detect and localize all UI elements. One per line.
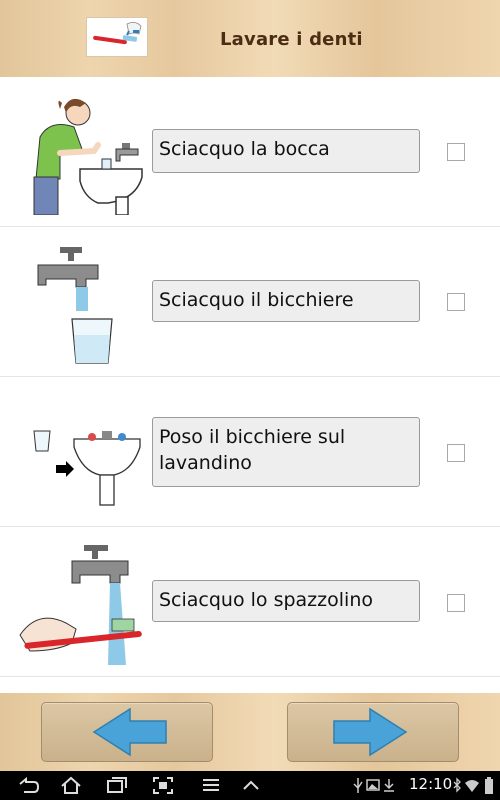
list-item[interactable]: Sciacquo il bicchiere xyxy=(0,227,500,377)
gallery-icon xyxy=(366,779,380,791)
list-item[interactable]: Poso il bicchiere sul lavandino xyxy=(0,377,500,527)
usb-icon xyxy=(353,778,363,793)
bluetooth-icon xyxy=(453,777,461,793)
step-checkbox[interactable] xyxy=(447,444,465,462)
list-item[interactable]: Sciacquo la bocca xyxy=(0,77,500,227)
step-label[interactable]: Poso il bicchiere sul lavandino xyxy=(152,417,420,487)
page-title: Lavare i denti xyxy=(220,29,363,50)
tap-filling-glass-icon xyxy=(16,239,144,365)
home-icon[interactable] xyxy=(60,776,82,795)
step-label[interactable]: Sciacquo la bocca xyxy=(152,129,420,173)
recent-apps-icon[interactable] xyxy=(106,776,128,795)
screenshot-icon[interactable] xyxy=(152,776,174,795)
glass-onto-sink-icon xyxy=(16,389,144,515)
footer-bar xyxy=(0,693,500,771)
arrow-right-icon xyxy=(333,707,408,757)
step-checkbox[interactable] xyxy=(447,293,465,311)
list-item[interactable]: Sciacquo lo spazzolino xyxy=(0,527,500,677)
arrow-left-icon xyxy=(92,707,167,757)
menu-icon[interactable] xyxy=(200,776,222,795)
list-item[interactable] xyxy=(0,677,500,693)
step-checkbox[interactable] xyxy=(447,594,465,612)
back-icon[interactable] xyxy=(16,776,40,795)
step-checkbox[interactable] xyxy=(447,143,465,161)
up-chevron-icon[interactable] xyxy=(240,776,262,795)
girl-rinsing-mouth-at-sink-icon xyxy=(16,89,144,216)
clock: 12:10 xyxy=(409,775,453,793)
next-button[interactable] xyxy=(287,702,459,762)
step-label[interactable]: Sciacquo lo spazzolino xyxy=(152,580,420,622)
system-status-bar: 12:10 xyxy=(0,771,500,800)
header-bar: Lavare i denti xyxy=(0,0,500,77)
download-icon xyxy=(384,779,394,792)
previous-button[interactable] xyxy=(41,702,213,762)
battery-icon xyxy=(485,777,493,794)
step-label[interactable]: Sciacquo il bicchiere xyxy=(152,280,420,322)
wifi-icon xyxy=(465,780,479,792)
toothbrush-under-tap-icon xyxy=(16,539,144,665)
steps-list[interactable]: Sciacquo la bocca Sciacquo il bicchiere xyxy=(0,77,500,693)
toothbrush-with-paste-icon xyxy=(86,17,148,57)
